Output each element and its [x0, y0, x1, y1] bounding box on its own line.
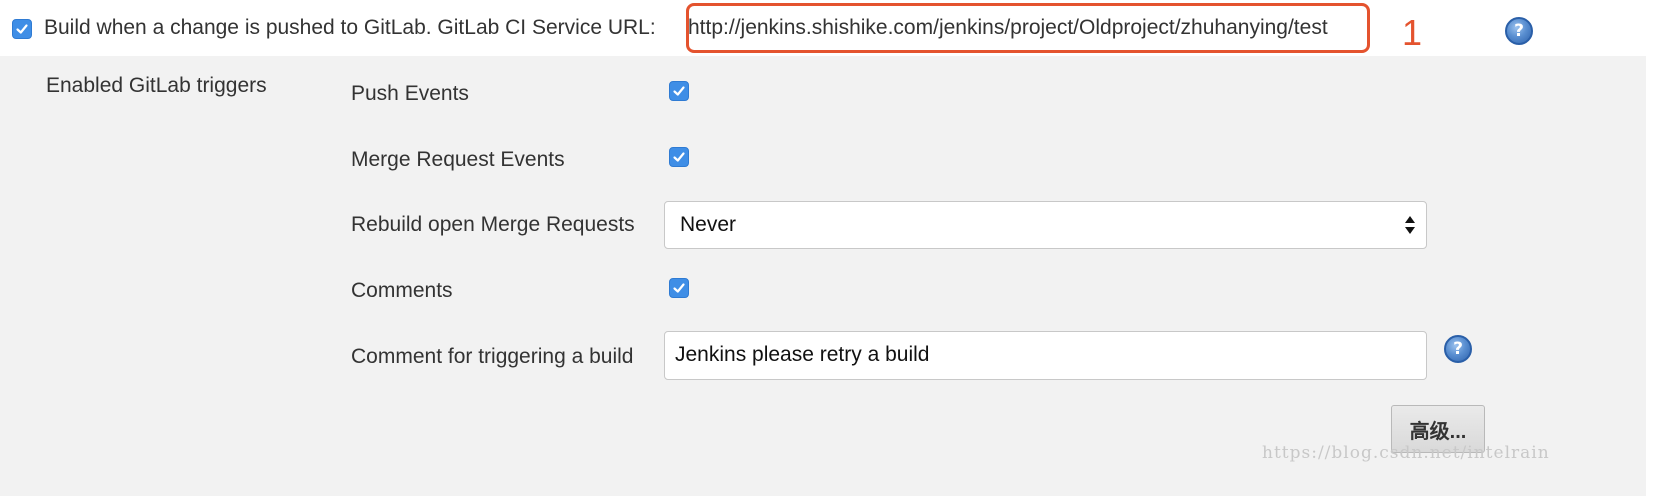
help-icon-glyph: ?: [1514, 21, 1524, 41]
rebuild-mr-select[interactable]: Never: [664, 201, 1427, 249]
build-on-push-label: Build when a change is pushed to GitLab.…: [44, 16, 656, 39]
comment-trigger-value: Jenkins please retry a build: [675, 343, 930, 366]
merge-request-events-checkbox[interactable]: [669, 147, 689, 167]
comment-trigger-input[interactable]: Jenkins please retry a build: [664, 331, 1427, 380]
url-highlight-box: [686, 3, 1370, 53]
comment-help-icon[interactable]: ?: [1444, 335, 1472, 363]
select-arrows-icon: [1405, 216, 1415, 234]
check-icon: [673, 283, 685, 293]
enabled-triggers-label: Enabled GitLab triggers: [46, 74, 267, 97]
help-icon-glyph: ?: [1453, 339, 1463, 359]
check-icon: [673, 86, 685, 96]
check-icon: [16, 24, 28, 34]
check-icon: [673, 152, 685, 162]
push-events-checkbox[interactable]: [669, 81, 689, 101]
rebuild-mr-selected-value: Never: [680, 213, 737, 236]
comments-checkbox[interactable]: [669, 278, 689, 298]
advanced-button-label: 高级...: [1409, 420, 1467, 443]
rebuild-mr-label: Rebuild open Merge Requests: [351, 213, 635, 236]
merge-request-events-label: Merge Request Events: [351, 148, 565, 171]
annotation-number: 1: [1402, 12, 1423, 53]
push-events-label: Push Events: [351, 82, 469, 105]
watermark-text: https://blog.csdn.net/intelrain: [1262, 443, 1550, 463]
comment-trigger-label: Comment for triggering a build: [351, 345, 634, 368]
build-on-push-checkbox[interactable]: [12, 19, 32, 39]
comments-label: Comments: [351, 279, 453, 302]
help-icon[interactable]: ?: [1505, 17, 1533, 45]
